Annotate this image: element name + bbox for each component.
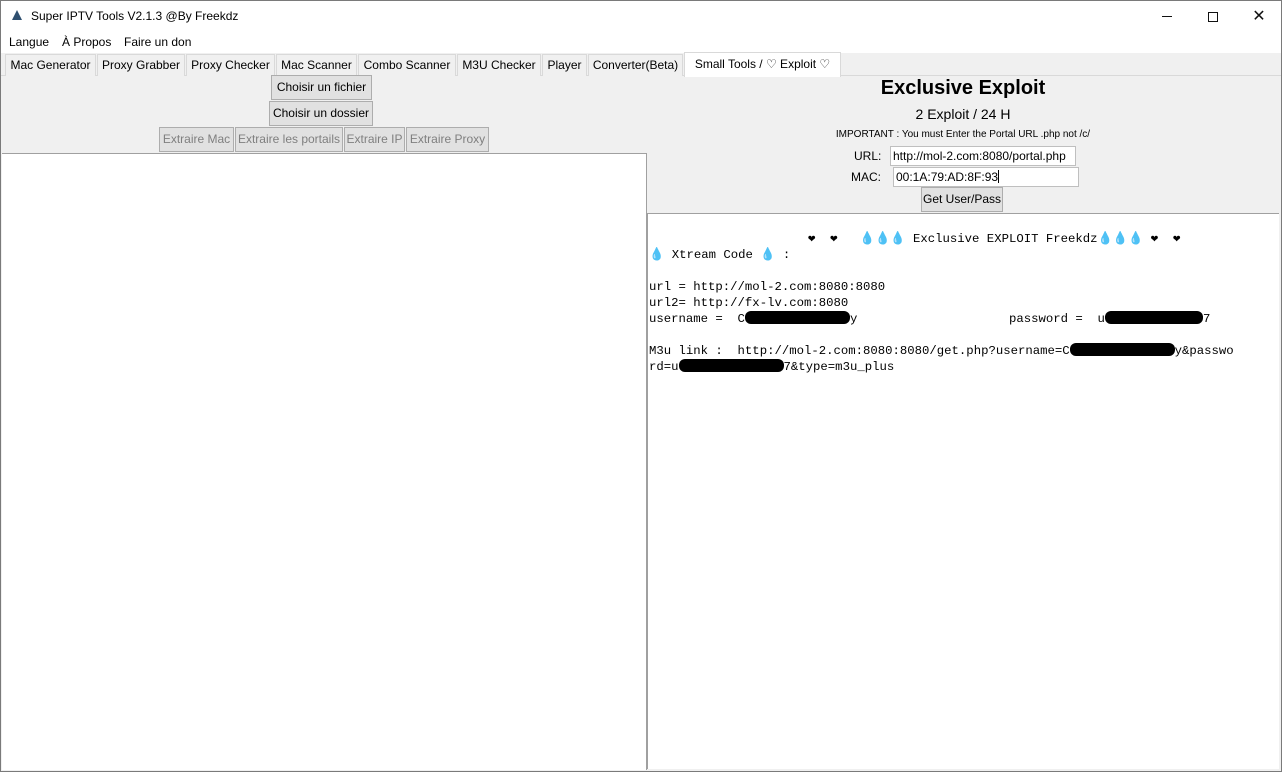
window-title: Super IPTV Tools V2.1.3 @By Freekdz — [31, 9, 239, 23]
output-url-line: url = http://mol-2.com:8080:8080 — [649, 280, 886, 294]
extract-mac-button[interactable]: Extraire Mac — [159, 127, 234, 152]
m3u-mid: y&passwo — [1174, 344, 1234, 358]
url-label: URL: — [854, 149, 882, 163]
menu-faire-un-don[interactable]: Faire un don — [124, 35, 191, 49]
output-header-line: ❤ ❤ 💧💧💧 Exclusive EXPLOIT Freekdz💧💧💧 ❤ ❤ — [808, 232, 1181, 246]
exploit-title: Exclusive Exploit — [880, 77, 1046, 99]
password-prefix: password = u — [1009, 312, 1105, 326]
tab-small-tools-exploit[interactable]: Small Tools / ♡ Exploit ♡ — [684, 52, 841, 77]
tab-proxy-checker[interactable]: Proxy Checker — [186, 54, 275, 76]
extract-ip-button[interactable]: Extraire IP — [344, 127, 405, 152]
username-suffix: y — [849, 312, 858, 326]
choose-folder-button[interactable]: Choisir un dossier — [269, 101, 373, 126]
m3u-line2-suffix: 7&type=m3u_plus — [783, 360, 895, 374]
output-password-line: password = u 7 — [1009, 311, 1210, 327]
mac-input-value: 00:1A:79:AD:8F:93 — [896, 170, 999, 184]
username-prefix: username = C — [649, 312, 745, 326]
redaction-mark — [678, 359, 784, 372]
choose-file-button[interactable]: Choisir un fichier — [271, 75, 372, 100]
app-logo-icon — [12, 10, 22, 20]
extract-portals-button[interactable]: Extraire les portails — [235, 127, 343, 152]
tab-mac-scanner[interactable]: Mac Scanner — [276, 54, 357, 76]
get-user-pass-button[interactable]: Get User/Pass — [921, 187, 1003, 212]
redaction-mark — [1069, 343, 1175, 356]
tab-combo-scanner[interactable]: Combo Scanner — [358, 54, 456, 76]
output-username-line: username = C y — [649, 311, 857, 327]
m3u-line2-prefix: rd=u — [649, 360, 679, 374]
mac-label: MAC: — [851, 170, 881, 184]
tab-m3u-checker[interactable]: M3U Checker — [457, 54, 541, 76]
left-text-area[interactable] — [2, 153, 647, 770]
output-m3u-line-2: rd=u 7&type=m3u_plus — [649, 359, 894, 375]
close-button[interactable]: ✕ — [1236, 1, 1282, 32]
mac-input[interactable]: 00:1A:79:AD:8F:93 — [893, 167, 1079, 187]
close-icon: ✕ — [1252, 7, 1266, 25]
output-xtream-line: 💧 Xtream Code 💧 : — [649, 248, 791, 262]
m3u-prefix: M3u link : http://mol-2.com:8080:8080/ge… — [649, 344, 1070, 358]
tab-strip: Mac Generator Proxy Grabber Proxy Checke… — [1, 52, 1281, 77]
password-suffix: 7 — [1202, 312, 1211, 326]
text-caret — [998, 170, 1000, 183]
exploit-output-area[interactable]: ❤ ❤ 💧💧💧 Exclusive EXPLOIT Freekdz💧💧💧 ❤ ❤… — [647, 213, 1279, 769]
exploit-important-note: IMPORTANT : You must Enter the Portal UR… — [835, 129, 1091, 140]
maximize-icon — [1208, 11, 1218, 22]
url-input[interactable]: http://mol-2.com:8080/portal.php — [890, 146, 1076, 166]
redaction-mark — [1104, 311, 1203, 324]
app-window: Super IPTV Tools V2.1.3 @By Freekdz ✕ La… — [0, 0, 1282, 772]
minimize-icon — [1162, 16, 1172, 17]
tab-player[interactable]: Player — [542, 54, 587, 76]
output-m3u-line: M3u link : http://mol-2.com:8080:8080/ge… — [649, 343, 1234, 359]
exploit-subtitle: 2 Exploit / 24 H — [915, 106, 1011, 122]
tab-converter-beta[interactable]: Converter(Beta) — [588, 54, 683, 76]
maximize-button[interactable] — [1190, 1, 1236, 32]
url-input-value: http://mol-2.com:8080/portal.php — [893, 149, 1066, 163]
menu-bar: Langue À Propos Faire un don — [1, 32, 1281, 53]
menu-langue[interactable]: Langue — [9, 35, 49, 49]
menu-a-propos[interactable]: À Propos — [62, 35, 111, 49]
tab-proxy-grabber[interactable]: Proxy Grabber — [97, 54, 185, 76]
minimize-button[interactable] — [1144, 1, 1190, 32]
redaction-mark — [744, 311, 850, 324]
tab-mac-generator[interactable]: Mac Generator — [5, 54, 96, 76]
extract-proxy-button[interactable]: Extraire Proxy — [406, 127, 489, 152]
output-url2-line: url2= http://fx-lv.com:8080 — [649, 296, 849, 310]
title-bar[interactable]: Super IPTV Tools V2.1.3 @By Freekdz ✕ — [1, 1, 1281, 32]
